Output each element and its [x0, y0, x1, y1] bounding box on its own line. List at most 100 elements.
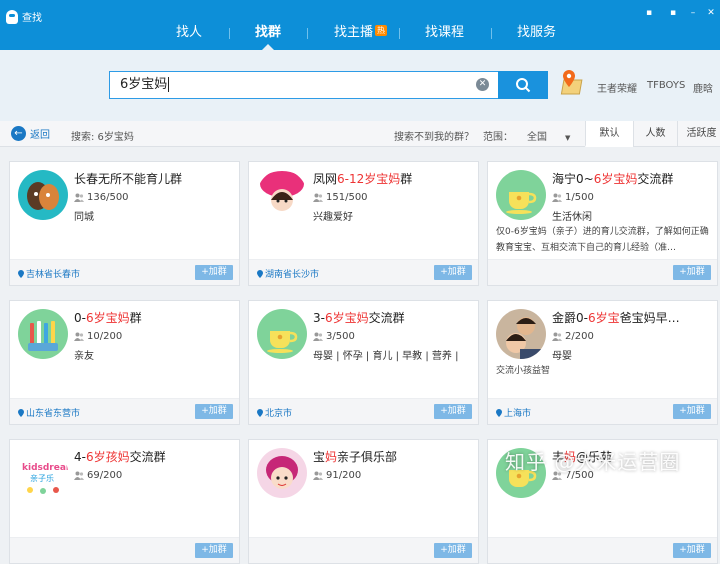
group-avatar[interactable]: kidsdream亲子乐 [18, 448, 68, 498]
group-avatar[interactable] [18, 309, 68, 359]
clear-search-icon[interactable]: ✕ [476, 78, 489, 91]
location-icon [18, 408, 24, 417]
group-card[interactable]: 海宁0~6岁宝妈交流群 1/500 生活休闲仅0-6岁宝妈（亲子）进的育儿交流群，了… [487, 161, 718, 286]
sort-members[interactable]: 人数 [633, 121, 677, 147]
group-location: 山东省东营市 [18, 406, 80, 419]
group-name[interactable]: 3-6岁宝妈交流群 [313, 309, 473, 326]
group-name[interactable]: 宝妈亲子俱乐部 [313, 448, 473, 465]
card-footer: +加群 [488, 537, 717, 563]
minimize-icon[interactable]: – [688, 8, 698, 18]
group-description: 交流小孩益智 [496, 366, 551, 376]
join-group-button[interactable]: +加群 [195, 543, 233, 558]
hot-keyword-1[interactable]: 王者荣耀 [597, 80, 637, 95]
join-group-button[interactable]: +加群 [434, 543, 472, 558]
group-tag: 亲友 [74, 351, 94, 362]
card-footer: 湖南省长沙市 +加群 [249, 259, 478, 285]
member-count: 151/500 [313, 192, 368, 203]
hot-keyword-2[interactable]: TFBOYS [647, 80, 685, 91]
member-count: 10/200 [74, 331, 122, 342]
group-avatar[interactable] [257, 170, 307, 220]
group-card[interactable]: 宝妈亲子俱乐部 91/200 +加群 [248, 439, 479, 564]
group-avatar[interactable] [257, 448, 307, 498]
window-title: 查找 [22, 13, 42, 24]
not-found-link[interactable]: 搜索不到我的群？ [394, 128, 474, 143]
svg-text:亲子乐: 亲子乐 [30, 473, 54, 483]
search-button[interactable] [498, 71, 548, 99]
group-avatar[interactable] [18, 170, 68, 220]
card-footer: +加群 [488, 259, 717, 285]
chevron-down-icon: ▼ [565, 134, 571, 142]
tab-find-groups[interactable]: 找群 [255, 24, 281, 42]
search-icon [516, 78, 531, 93]
card-footer: 山东省东营市 +加群 [10, 398, 239, 424]
group-description: 仅0-6岁宝妈（亲子）进的育儿交流群，了解如何正确教育宝宝、互相交流下自己的育儿… [496, 227, 709, 253]
member-count: 91/200 [313, 470, 361, 481]
hot-badge: 热 [375, 25, 388, 36]
card-footer: +加群 [249, 537, 478, 563]
sort-activity[interactable]: 活跃度 [677, 121, 720, 147]
join-group-button[interactable]: +加群 [195, 265, 233, 280]
card-footer: +加群 [10, 537, 239, 563]
member-count: 2/200 [552, 331, 594, 342]
group-card[interactable]: 长春无所不能育儿群 136/500 同城吉林省长春市 +加群 [9, 161, 240, 286]
group-name[interactable]: 海宁0~6岁宝妈交流群 [552, 170, 712, 187]
group-tag: 生活休闲 [552, 212, 592, 223]
group-name[interactable]: 金爵0-6岁宝爸宝妈早… [552, 309, 712, 326]
group-tag: 母婴 [552, 351, 572, 362]
tab-find-streamers[interactable]: 找主播热 [334, 24, 388, 42]
location-pin-icon[interactable] [560, 68, 586, 96]
join-group-button[interactable]: +加群 [434, 404, 472, 419]
group-name[interactable]: 长春无所不能育儿群 [74, 170, 234, 187]
group-card[interactable]: kidsdream亲子乐 4-6岁孩妈交流群 69/200 +加群 [9, 439, 240, 564]
join-group-button[interactable]: +加群 [434, 265, 472, 280]
filter-bar: ← 返回 搜索: 6岁宝妈 搜索不到我的群？ 范围： 全国 ▼ 默认 人数 活跃度 [0, 121, 720, 147]
members-icon [74, 193, 84, 202]
group-location: 上海市 [496, 406, 531, 419]
members-icon [313, 193, 323, 202]
group-card[interactable]: 0-6岁宝妈群 10/200 亲友山东省东营市 +加群 [9, 300, 240, 425]
join-group-button[interactable]: +加群 [195, 404, 233, 419]
members-icon [313, 332, 323, 341]
member-count: 69/200 [74, 470, 122, 481]
group-tag: 母婴 | 怀孕 | 育儿 | 早教 | 营养 | [313, 351, 459, 362]
group-card[interactable]: 凤网6-12岁宝妈群 151/500 兴趣爱好 湖南省长沙市 +加群 [248, 161, 479, 286]
group-avatar[interactable] [257, 309, 307, 359]
group-location: 北京市 [257, 406, 292, 419]
range-select[interactable]: 全国 ▼ [527, 128, 570, 143]
app-title: 查找 [6, 9, 42, 24]
group-avatar[interactable] [496, 309, 546, 359]
group-avatar[interactable] [496, 170, 546, 220]
watermark: 知乎 @大米运营圈 [505, 450, 681, 474]
group-card[interactable]: 金爵0-6岁宝爸宝妈早… 2/200 母婴 交流小孩益智 上海市 +加群 [487, 300, 718, 425]
skin-icon[interactable]: ▪ [644, 8, 654, 18]
members-icon [552, 193, 562, 202]
sort-default[interactable]: 默认 [585, 121, 633, 147]
group-name[interactable]: 4-6岁孩妈交流群 [74, 448, 234, 465]
tab-find-courses[interactable]: 找课程 [425, 24, 464, 42]
join-group-button[interactable]: +加群 [673, 404, 711, 419]
members-icon [313, 471, 323, 480]
card-footer: 吉林省长春市 +加群 [10, 259, 239, 285]
location-icon [18, 269, 24, 278]
group-card[interactable]: 3-6岁宝妈交流群 3/500 母婴 | 怀孕 | 育儿 | 早教 | 营养 | 北京… [248, 300, 479, 425]
title-bar: 查找 ▪ ▪ – ✕ 找人 找群 找主播热 找课程 找服务 [0, 0, 720, 50]
members-icon [552, 332, 562, 341]
join-group-button[interactable]: +加群 [673, 265, 711, 280]
back-button[interactable]: ← 返回 [11, 126, 50, 141]
search-input[interactable]: 6岁宝妈 [109, 71, 499, 99]
close-icon[interactable]: ✕ [706, 8, 716, 18]
member-count: 1/500 [552, 192, 594, 203]
group-name[interactable]: 凤网6-12岁宝妈群 [313, 170, 473, 187]
group-tag: 同城 [74, 212, 94, 223]
member-count: 136/500 [74, 192, 129, 203]
lock-icon[interactable]: ▪ [668, 8, 678, 18]
group-name[interactable]: 0-6岁宝妈群 [74, 309, 234, 326]
join-group-button[interactable]: +加群 [673, 543, 711, 558]
tab-find-services[interactable]: 找服务 [517, 24, 556, 42]
member-count: 3/500 [313, 331, 355, 342]
tab-find-people[interactable]: 找人 [176, 24, 202, 42]
hot-keyword-3[interactable]: 鹿晗 [693, 80, 713, 95]
search-info: 搜索: 6岁宝妈 [71, 132, 134, 143]
group-location: 湖南省长沙市 [257, 267, 319, 280]
qq-logo-icon [6, 9, 18, 24]
